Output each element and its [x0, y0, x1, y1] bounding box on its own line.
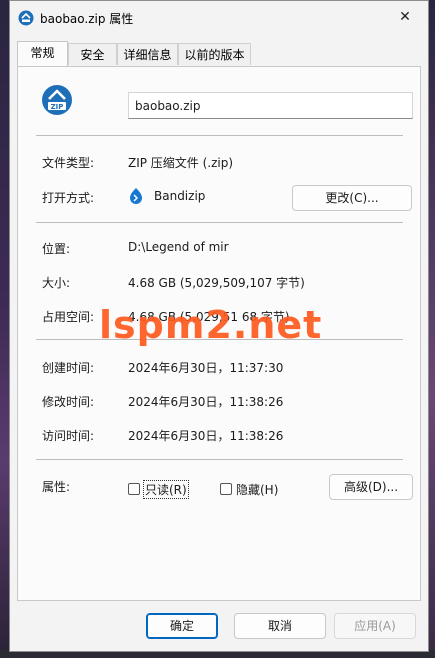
tab-general[interactable]: 常规: [17, 41, 68, 66]
close-icon: ✕: [399, 9, 411, 25]
modified-value: 2024年6月30日，11:38:26: [128, 395, 284, 409]
tab-details[interactable]: 详细信息: [117, 43, 178, 65]
size-label: 大小:: [42, 276, 71, 290]
tab-security[interactable]: 安全: [68, 43, 117, 65]
ok-button[interactable]: 确定: [146, 613, 218, 639]
created-value: 2024年6月30日，11:37:30: [128, 361, 284, 375]
accessed-value: 2024年6月30日，11:38:26: [128, 429, 284, 443]
zip-archive-icon: ZIP: [42, 85, 72, 115]
tab-previous-versions[interactable]: 以前的版本: [178, 43, 251, 65]
close-button[interactable]: ✕: [382, 1, 428, 33]
open-with-label: 打开方式:: [42, 191, 95, 205]
desktop-background-right: [429, 0, 435, 658]
window-title: baobao.zip 属性: [40, 12, 134, 26]
location-value: D:\Legend of mir: [128, 240, 229, 254]
location-label: 位置:: [42, 242, 71, 256]
advanced-button[interactable]: 高级(D)...: [329, 474, 413, 500]
title-bar[interactable]: baobao.zip 属性 ✕: [10, 1, 428, 35]
watermark: lspm2.net: [99, 303, 323, 347]
open-with-value: Bandizip: [154, 189, 206, 203]
desktop-background-left: [0, 0, 9, 658]
hidden-label[interactable]: 隐藏(H): [236, 481, 278, 498]
readonly-checkbox[interactable]: [128, 483, 140, 495]
svg-text:ZIP: ZIP: [51, 103, 64, 111]
modified-label: 修改时间:: [42, 395, 95, 409]
accessed-label: 访问时间:: [42, 429, 95, 443]
readonly-label[interactable]: 只读(R): [143, 480, 189, 499]
bandizip-icon: [130, 188, 142, 204]
zip-file-icon: [18, 10, 34, 26]
size-on-disk-label: 占用空间:: [42, 310, 95, 324]
separator: [36, 135, 403, 136]
separator: [36, 222, 403, 223]
cancel-button[interactable]: 取消: [234, 613, 326, 639]
file-type-value: ZIP 压缩文件 (.zip): [128, 156, 234, 170]
apply-button[interactable]: 应用(A): [334, 613, 416, 639]
file-name-input[interactable]: [128, 92, 413, 119]
separator: [36, 459, 403, 460]
size-value: 4.68 GB (5,029,509,107 字节): [128, 276, 305, 290]
file-type-label: 文件类型:: [42, 156, 95, 170]
change-button[interactable]: 更改(C)...: [292, 185, 412, 211]
attributes-label: 属性:: [42, 480, 71, 494]
created-label: 创建时间:: [42, 361, 95, 375]
hidden-checkbox[interactable]: [220, 483, 232, 495]
